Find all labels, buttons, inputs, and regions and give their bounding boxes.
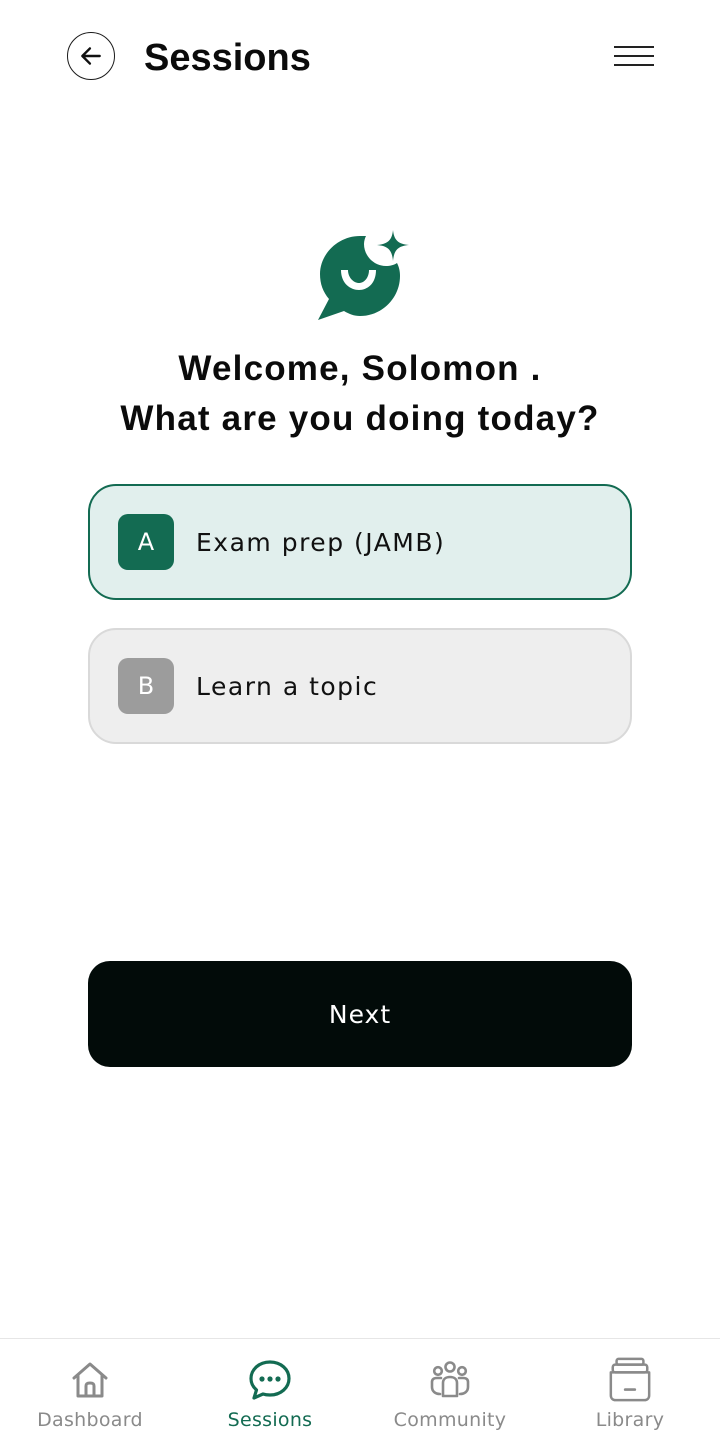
nav-item-dashboard[interactable]: Dashboard [0,1339,180,1432]
nav-label: Sessions [227,1409,313,1431]
question-line: What are you doing today? [120,399,600,438]
welcome-line: Welcome, Solomon . [178,349,542,388]
welcome-heading: Welcome, Solomon . What are you doing to… [0,344,720,444]
app-screen: Sessions Welcome, Solomon . What are you… [0,0,720,1432]
nav-label: Library [595,1409,665,1431]
people-group-icon [427,1357,473,1403]
option-label: Learn a topic [196,671,379,701]
next-button[interactable]: Next [88,961,632,1067]
option-letter-badge: A [118,514,174,570]
back-button[interactable] [67,32,115,80]
smiling-chat-sparkle-icon [314,228,414,324]
chat-bubble-icon [247,1357,293,1403]
archive-box-icon [607,1357,653,1403]
home-icon [67,1357,113,1403]
nav-label: Community [393,1409,507,1431]
page-title: Sessions [144,37,311,79]
nav-item-library[interactable]: Library [540,1339,720,1432]
bottom-nav: Dashboard Sessions Community Library [0,1338,720,1432]
option-letter-badge: B [118,658,174,714]
menu-button[interactable] [610,40,658,72]
nav-item-community[interactable]: Community [360,1339,540,1432]
arrow-left-icon [81,47,101,65]
hamburger-menu-icon [614,46,654,66]
option-learn-topic[interactable]: B Learn a topic [88,628,632,744]
header: Sessions [0,0,720,116]
option-exam-prep[interactable]: A Exam prep (JAMB) [88,484,632,600]
option-label: Exam prep (JAMB) [196,527,446,557]
nav-label: Dashboard [37,1409,143,1431]
nav-item-sessions[interactable]: Sessions [180,1339,360,1432]
